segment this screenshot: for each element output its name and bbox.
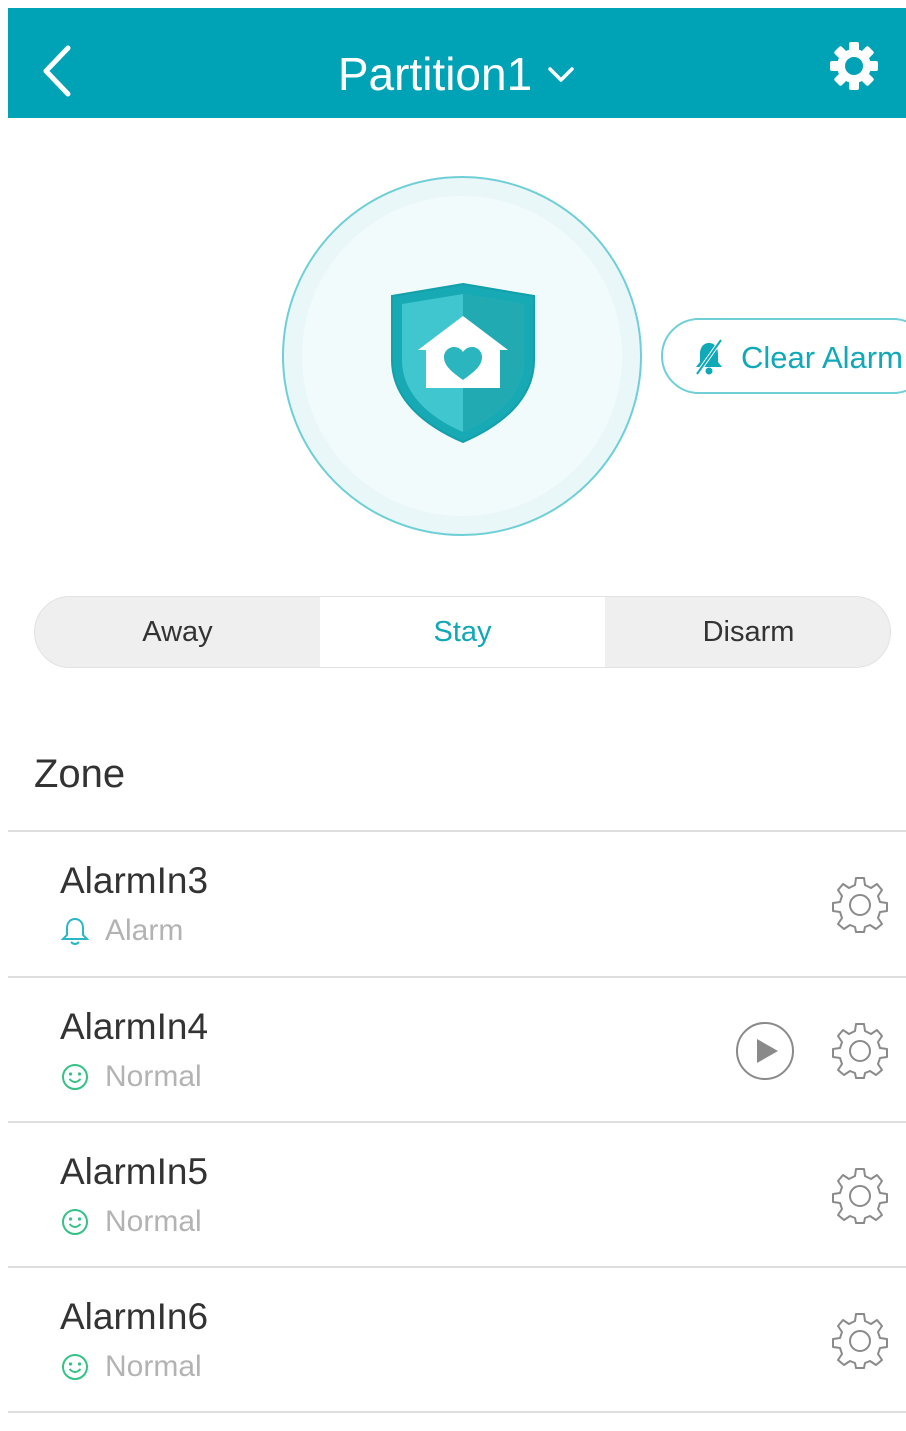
clear-alarm-label: Clear Alarm <box>741 340 903 375</box>
zone-row-alarmin3[interactable]: AlarmIn3 Alarm <box>8 832 906 976</box>
zone-row-alarmin4[interactable]: AlarmIn4 Normal <box>8 978 906 1122</box>
smiley-icon <box>62 1064 88 1090</box>
mode-stay-button[interactable]: Stay <box>320 597 605 667</box>
zone-row-alarmin5[interactable]: AlarmIn5 Normal <box>8 1123 906 1267</box>
zone-name: AlarmIn3 <box>60 860 209 901</box>
mode-away-button[interactable]: Away <box>35 597 320 667</box>
shield-home-heart-icon <box>391 282 535 444</box>
zone-name: AlarmIn4 <box>60 1006 209 1047</box>
zone-section-title: Zone <box>34 752 126 796</box>
top-bar: Partition1 <box>8 8 906 118</box>
zone-name: AlarmIn5 <box>60 1151 209 1192</box>
zone-status-text: Normal <box>105 1060 202 1093</box>
zone-settings-gear-icon[interactable] <box>830 1310 890 1370</box>
zone-name: AlarmIn6 <box>60 1296 209 1337</box>
bell-muted-icon <box>695 338 723 376</box>
zone-settings-gear-icon[interactable] <box>830 874 890 934</box>
zone-settings-gear-icon[interactable] <box>830 1020 890 1080</box>
bell-icon <box>60 917 90 945</box>
chevron-down-icon <box>548 67 574 82</box>
gear-icon[interactable] <box>826 38 882 94</box>
divider <box>8 1411 906 1413</box>
arming-mode-selector: Away Stay Disarm <box>34 596 891 668</box>
smiley-icon <box>62 1209 88 1235</box>
mode-disarm-button[interactable]: Disarm <box>605 597 890 667</box>
partition-selector[interactable]: Partition1 <box>8 42 906 102</box>
clear-alarm-button[interactable]: Clear Alarm <box>661 318 906 394</box>
play-icon[interactable] <box>734 1020 796 1082</box>
zone-settings-gear-icon[interactable] <box>830 1165 890 1225</box>
zone-status-text: Normal <box>105 1350 202 1383</box>
zone-status-text: Normal <box>105 1205 202 1238</box>
zone-status-text: Alarm <box>105 914 184 947</box>
smiley-icon <box>62 1354 88 1380</box>
zone-row-alarmin6[interactable]: AlarmIn6 Normal <box>8 1268 906 1412</box>
arming-status-indicator <box>282 176 642 536</box>
page-title: Partition1 <box>337 47 533 100</box>
